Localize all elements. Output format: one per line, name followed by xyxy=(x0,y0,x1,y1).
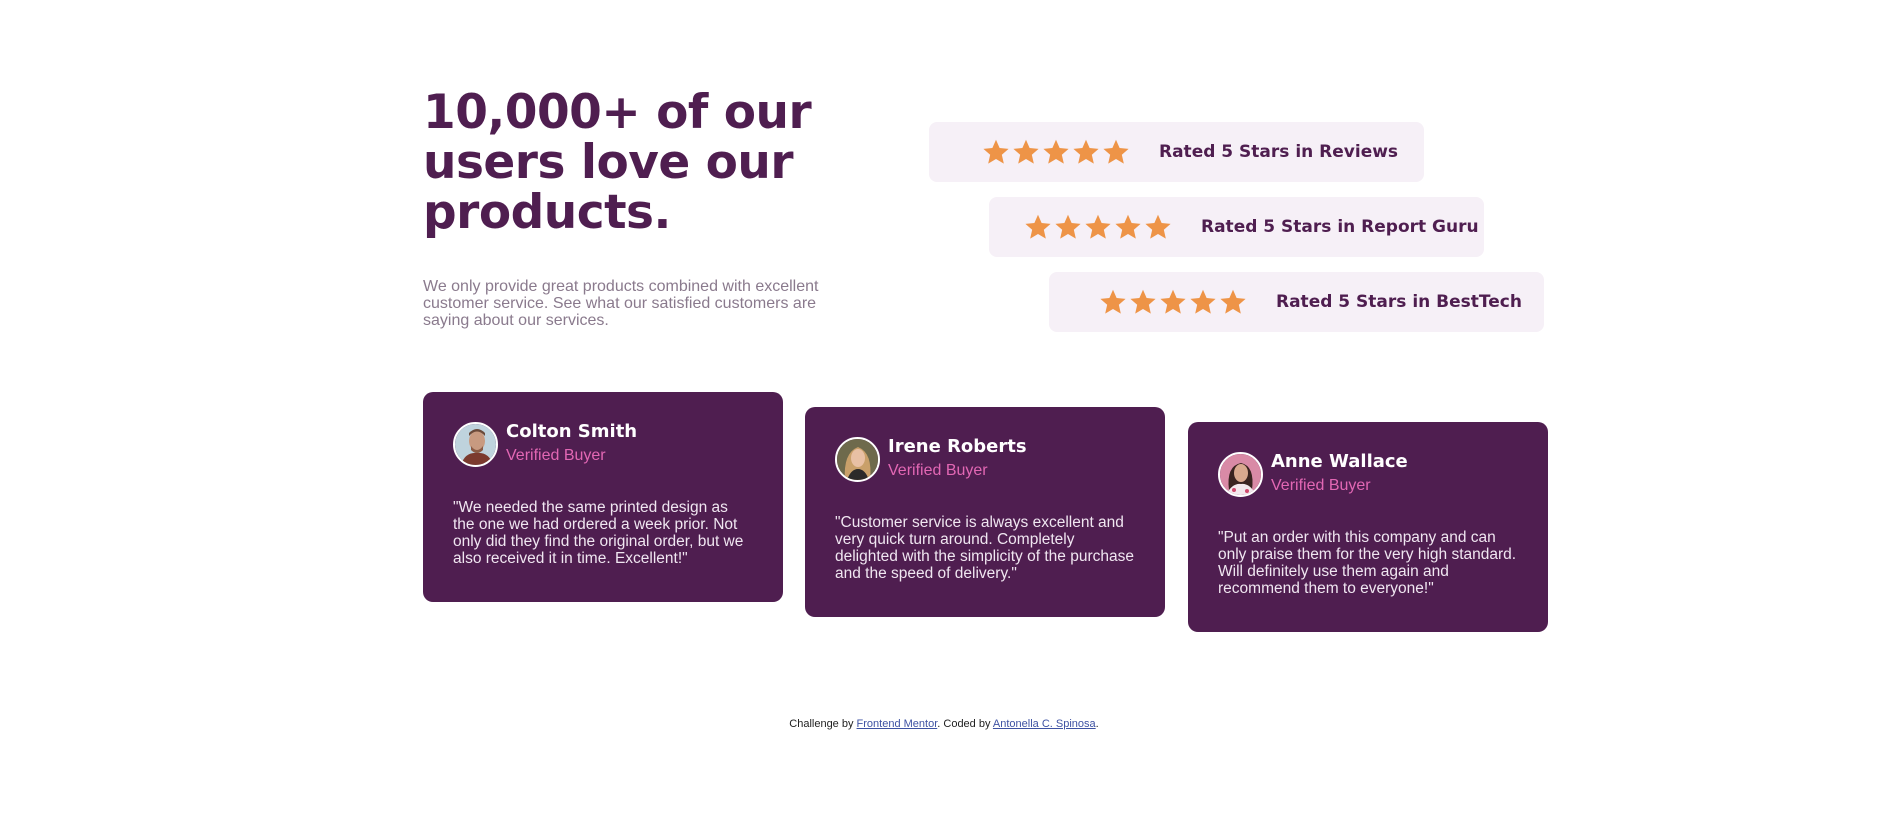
attribution-middle: . Coded by xyxy=(937,718,991,730)
star-icon xyxy=(1073,139,1099,164)
author-role: Verified Buyer xyxy=(506,447,606,464)
star-icon xyxy=(1103,139,1129,164)
testimonial-quote: "Put an order with this company and can … xyxy=(1218,529,1517,597)
star-icon xyxy=(1145,214,1171,239)
author-link[interactable]: Antonella C. Spinosa xyxy=(993,718,1096,730)
testimonial-header: Colton Smith Verified Buyer xyxy=(453,421,753,467)
avatar xyxy=(453,421,498,467)
rating-reviews: Rated 5 Stars in Reviews xyxy=(929,122,1424,182)
rating-label: Rated 5 Stars in Reviews xyxy=(1159,142,1399,162)
star-icon xyxy=(1115,214,1141,239)
star-icon xyxy=(1085,214,1111,239)
star-icon xyxy=(983,139,1009,164)
intro-text: We only provide great products combined … xyxy=(423,278,819,329)
author-name: Irene Roberts xyxy=(888,436,1027,457)
star-icon xyxy=(1160,289,1186,314)
star-rating xyxy=(982,138,1130,166)
rating-report-guru: Rated 5 Stars in Report Guru xyxy=(989,197,1484,257)
star-icon xyxy=(1013,139,1039,164)
star-icon xyxy=(1025,214,1051,239)
star-icon xyxy=(1130,289,1156,314)
testimonial-author: Anne Wallace Verified Buyer xyxy=(1271,451,1408,497)
testimonial-quote: "We needed the same printed design as th… xyxy=(453,499,744,567)
star-rating xyxy=(1024,213,1172,241)
testimonial-header: Irene Roberts Verified Buyer xyxy=(835,436,1135,482)
author-name: Colton Smith xyxy=(506,421,638,442)
avatar xyxy=(835,436,880,482)
testimonial-author: Colton Smith Verified Buyer xyxy=(506,421,637,467)
testimonial-card: Colton Smith Verified Buyer "We needed t… xyxy=(423,392,783,602)
page-title: 10,000+ of our users love our products. xyxy=(423,85,812,240)
rating-label: Rated 5 Stars in BestTech xyxy=(1276,292,1522,312)
star-rating xyxy=(1099,288,1247,316)
star-icon xyxy=(1055,214,1081,239)
rating-label: Rated 5 Stars in Report Guru xyxy=(1201,217,1479,237)
author-name: Anne Wallace xyxy=(1271,451,1408,472)
testimonial-author: Irene Roberts Verified Buyer xyxy=(888,436,1027,482)
attribution: Challenge by Frontend Mentor. Coded by A… xyxy=(0,718,1888,730)
star-icon xyxy=(1100,289,1126,314)
author-role: Verified Buyer xyxy=(1271,477,1371,494)
star-icon xyxy=(1043,139,1069,164)
testimonial-quote: "Customer service is always excellent an… xyxy=(835,514,1134,582)
author-role: Verified Buyer xyxy=(888,462,988,479)
attribution-prefix: Challenge by xyxy=(789,718,854,730)
star-icon xyxy=(1190,289,1216,314)
rating-besttech: Rated 5 Stars in BestTech xyxy=(1049,272,1544,332)
star-icon xyxy=(1220,289,1246,314)
testimonial-card: Anne Wallace Verified Buyer "Put an orde… xyxy=(1188,422,1548,632)
testimonial-header: Anne Wallace Verified Buyer xyxy=(1218,451,1518,497)
testimonial-card: Irene Roberts Verified Buyer "Customer s… xyxy=(805,407,1165,617)
attribution-suffix: . xyxy=(1095,718,1099,730)
avatar xyxy=(1218,451,1263,497)
frontend-mentor-link[interactable]: Frontend Mentor xyxy=(857,718,938,730)
